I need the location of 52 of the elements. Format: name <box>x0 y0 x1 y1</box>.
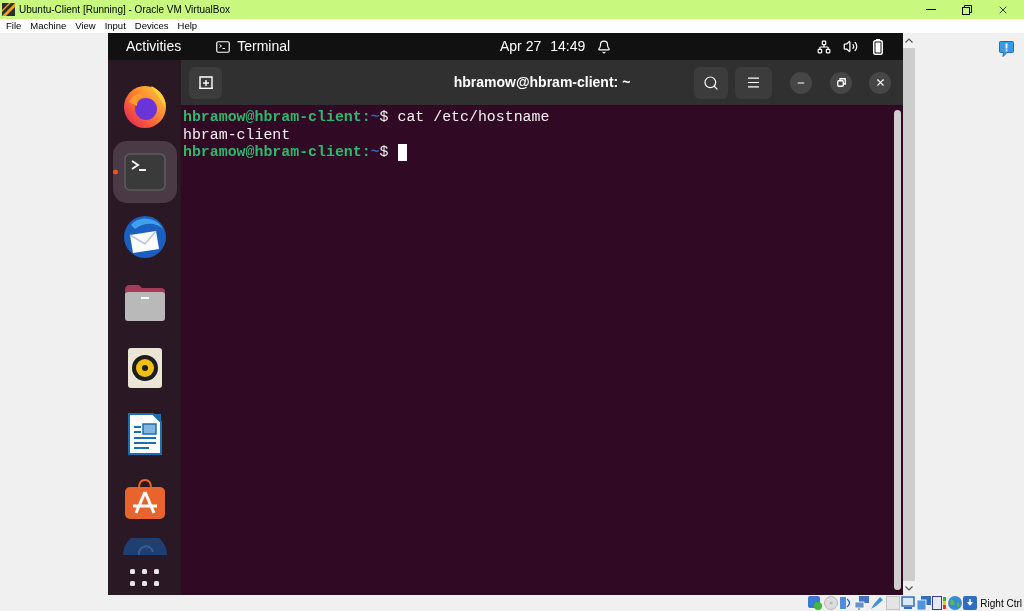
command-line: hbramow@hbram-client:~$ cat /etc/hostname <box>183 109 550 127</box>
minimize-button[interactable] <box>790 71 812 94</box>
bell-icon[interactable] <box>597 39 612 54</box>
terminal-icon <box>123 152 166 191</box>
app-name: Terminal <box>237 37 291 56</box>
time-label[interactable]: 14:49 <box>550 36 586 57</box>
activities-button[interactable]: Activities <box>126 36 182 57</box>
running-dot-icon <box>112 169 118 174</box>
app-grid-icon[interactable] <box>130 569 159 586</box>
menu-item[interactable]: Machine <box>30 20 67 32</box>
scrollbar-thumb[interactable] <box>903 48 915 581</box>
shopping-bag-icon <box>123 478 166 520</box>
menu-item[interactable]: File <box>6 20 22 32</box>
scroll-up-icon[interactable] <box>905 38 913 43</box>
menu-item[interactable]: Devices <box>134 20 169 32</box>
minimize-icon <box>926 9 936 10</box>
menu-item[interactable]: Input <box>104 20 126 32</box>
logo-icon <box>2 3 15 16</box>
menu-item[interactable]: Help <box>177 20 198 32</box>
output-line: hbram-client <box>183 126 291 144</box>
close-button[interactable] <box>869 71 891 94</box>
flame-globe-icon <box>123 84 166 128</box>
terminal-icon <box>216 40 231 53</box>
restore-icon <box>962 4 972 15</box>
scrollbar[interactable] <box>894 110 901 590</box>
folder-icon <box>123 283 166 322</box>
menu-item[interactable]: View <box>75 20 96 32</box>
scroll-down-icon[interactable] <box>905 586 913 591</box>
host-key-label: Right Ctrl <box>980 596 1022 611</box>
speaker-icon <box>126 347 163 389</box>
date-label[interactable]: Apr 27 <box>500 36 542 57</box>
search-button[interactable] <box>694 66 728 99</box>
monitor-icon[interactable] <box>901 596 916 610</box>
restore-icon <box>836 78 846 87</box>
windows-icon[interactable] <box>916 596 931 610</box>
volume-icon[interactable] <box>843 39 858 54</box>
menu-button[interactable] <box>735 66 772 99</box>
alert-bubble-icon[interactable] <box>999 41 1014 57</box>
battery-icon[interactable] <box>873 38 883 55</box>
terminal-title: hbramow@hbram-client: ~ <box>453 73 631 92</box>
search-icon <box>703 74 719 91</box>
meter-icon[interactable] <box>932 596 947 610</box>
close-icon <box>874 77 886 88</box>
mail-icon <box>123 216 166 258</box>
tab-plus-icon <box>198 76 213 89</box>
new-tab-button[interactable] <box>189 66 222 99</box>
menu-icon <box>746 75 761 90</box>
network-icon[interactable] <box>817 39 831 54</box>
window-title: Ubuntu-Client [Running] - Oracle VM VirtualBox <box>19 3 231 17</box>
document-icon <box>127 412 162 455</box>
command-line: hbramow@hbram-client:~$ <box>183 144 389 162</box>
restore-button[interactable] <box>830 71 852 94</box>
